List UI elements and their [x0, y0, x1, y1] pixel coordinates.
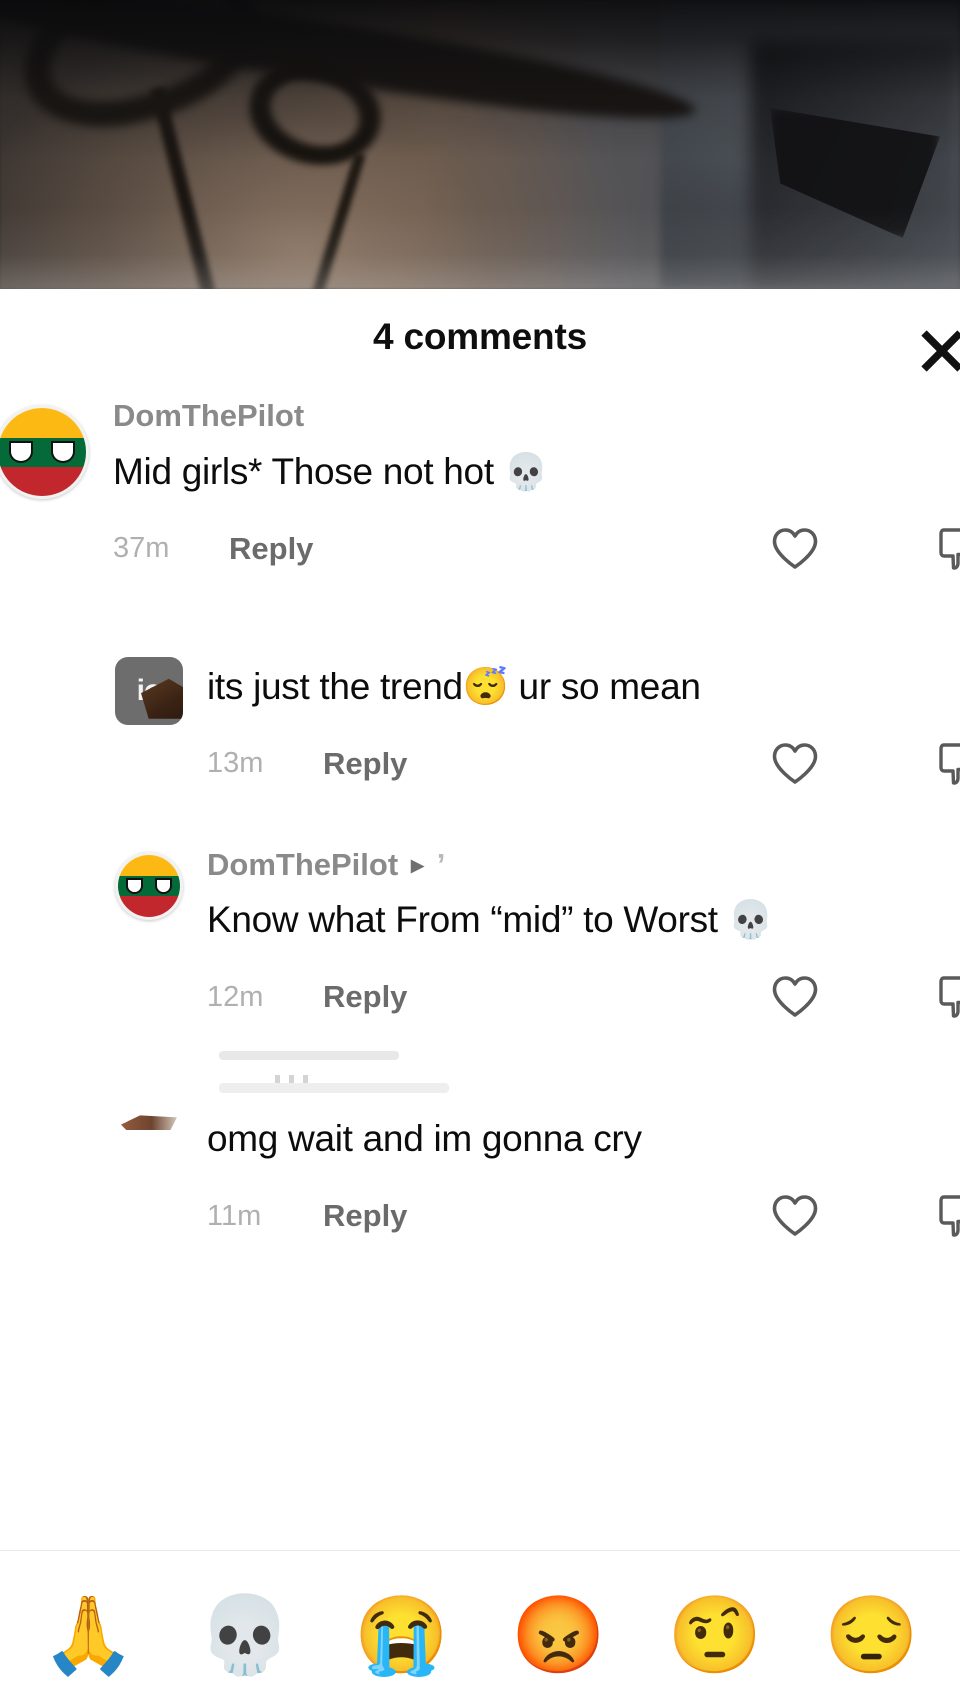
comment-username-label: DomThePilot [113, 398, 305, 433]
loudly-crying-face-emoji[interactable]: 😭 [323, 1584, 480, 1674]
comment-actions: 13m Reply [207, 733, 960, 795]
reply-button[interactable]: Reply [323, 979, 407, 1015]
comment-actions: 12m Reply [207, 966, 960, 1028]
avatar[interactable] [0, 405, 89, 499]
comment-item[interactable]: DomThePilot ▸ ’ Know what From “mid” to … [0, 837, 960, 1029]
comments-sheet: 4 comments DomThePilot Mid girls* Those … [0, 289, 960, 1706]
comment-timestamp: 11m [207, 1199, 262, 1232]
heart-icon[interactable] [768, 1189, 822, 1243]
comment-username[interactable]: DomThePilot ▸ ’ [207, 846, 960, 885]
heart-icon[interactable] [768, 970, 822, 1024]
heart-icon[interactable] [768, 737, 822, 791]
comment-reaction-icons [768, 970, 960, 1024]
avatar-placeholder-line [219, 1051, 399, 1061]
skull-emoji: 💀 [503, 450, 549, 492]
comment-username[interactable]: DomThePilot [113, 397, 960, 436]
reply-arrow-icon: ▸ [411, 850, 424, 879]
thumbs-down-icon[interactable] [934, 970, 960, 1024]
comment-reaction-icons [768, 737, 960, 791]
reply-button[interactable]: Reply [229, 531, 313, 567]
comment-actions: 11m Reply [207, 1185, 960, 1247]
face-with-raised-eyebrow-emoji[interactable]: 🤨 [637, 1584, 794, 1674]
comment-item[interactable]: io its just the trend😴 ur so mean 13m Re… [0, 642, 960, 795]
skull-emoji[interactable]: 💀 [167, 1584, 324, 1674]
comment-text: Mid girls* Those not hot 💀 [113, 442, 960, 502]
io-square-avatar-icon: io [115, 656, 183, 725]
comment-body: DomThePilot ▸ ’ Know what From “mid” to … [183, 846, 960, 1029]
faded-avatar-icon [121, 1115, 177, 1131]
comment-text: its just the trend😴 ur so mean [207, 665, 701, 707]
reply-button[interactable]: Reply [323, 1198, 407, 1234]
video-bottom-fade [0, 0, 960, 289]
comment-body: omg wait and im gonna cry 11m Reply [183, 1075, 960, 1247]
thumbs-down-icon[interactable] [934, 1189, 960, 1243]
comment-reaction-icons [768, 1189, 960, 1243]
thumbs-down-icon[interactable] [934, 522, 960, 576]
avatar[interactable]: io [115, 656, 183, 725]
avatar-placeholder-dots [275, 1075, 315, 1084]
reply-target-username[interactable]: ’ [437, 846, 446, 885]
avatar-placeholder-line-secondary [219, 1083, 449, 1094]
video-player-backdrop[interactable] [0, 0, 960, 289]
heart-icon[interactable] [768, 522, 822, 576]
enraged-face-emoji[interactable]: 😡 [480, 1584, 637, 1674]
comments-sheet-header: 4 comments [0, 289, 960, 384]
comment-timestamp: 12m [207, 980, 264, 1013]
comment-timestamp: 13m [207, 747, 264, 780]
comment-text-content: Mid girls* Those not hot [113, 450, 504, 492]
comment-body: its just the trend😴 ur so mean 13m Reply [183, 651, 960, 795]
avatar[interactable] [115, 1051, 449, 1149]
avatar[interactable] [115, 851, 183, 920]
emoji-quick-reaction-bar[interactable]: 🙏 💀 😭 😡 🤨 😔 [0, 1550, 960, 1706]
lithuania-countryball-avatar-icon [115, 851, 183, 920]
comments-count-title: 4 comments [373, 315, 587, 357]
reply-button[interactable]: Reply [323, 746, 407, 782]
pensive-face-emoji[interactable]: 😔 [793, 1584, 950, 1674]
comment-item[interactable]: DomThePilot Mid girls* Those not hot 💀 3… [0, 388, 960, 580]
comment-list[interactable]: DomThePilot Mid girls* Those not hot 💀 3… [0, 388, 960, 1247]
comment-username-label: DomThePilot [207, 846, 399, 882]
comment-text: Know what From “mid” to Worst 💀 [207, 899, 774, 941]
comment-reaction-icons [768, 522, 960, 576]
comments-screen: 4 comments DomThePilot Mid girls* Those … [0, 0, 960, 1706]
lithuania-countryball-avatar-icon [0, 405, 89, 499]
comment-text: omg wait and im gonna cry [207, 1118, 642, 1160]
comment-timestamp: 37m [113, 532, 170, 565]
comment-actions: 37m Reply [113, 518, 960, 580]
comment-item[interactable]: omg wait and im gonna cry 11m Reply [0, 1051, 960, 1247]
folded-hands-emoji[interactable]: 🙏 [10, 1584, 167, 1674]
thumbs-down-icon[interactable] [934, 737, 960, 791]
comment-body: DomThePilot Mid girls* Those not hot 💀 3… [89, 397, 960, 580]
close-icon[interactable] [910, 319, 960, 383]
